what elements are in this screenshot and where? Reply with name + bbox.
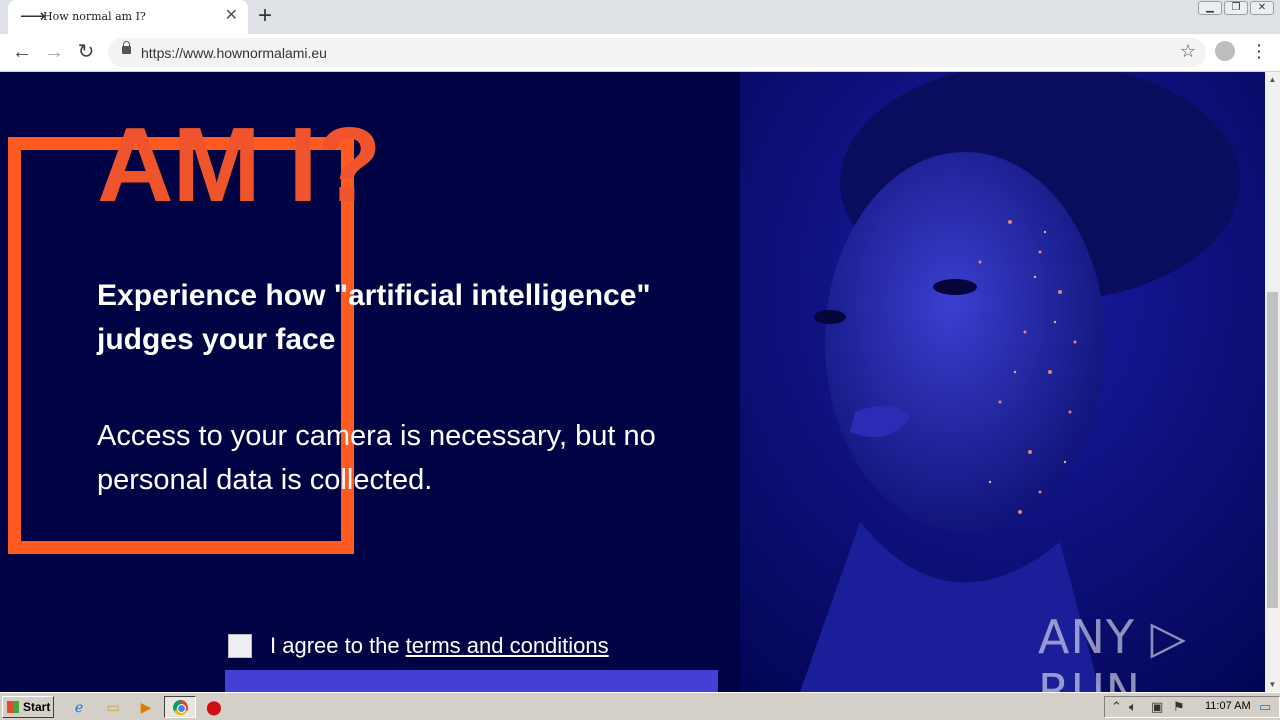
minimize-icon[interactable]: ▁ xyxy=(1198,1,1222,15)
start-menu-button[interactable]: Start xyxy=(2,696,54,718)
kebab-menu-icon[interactable]: ⋮ xyxy=(1250,40,1268,62)
page-heading: AM I? xyxy=(97,106,381,224)
network-icon[interactable]: ▣ xyxy=(1151,699,1163,715)
portrait-image xyxy=(740,72,1265,692)
tagline: Experience how "artificial intelligence"… xyxy=(97,279,651,356)
chrome-taskbar-item[interactable] xyxy=(164,696,196,718)
profile-avatar-icon[interactable] xyxy=(1215,41,1235,61)
scroll-thumb[interactable] xyxy=(1267,292,1278,608)
browser-toolbar: ← → ↻ https://www.hownormalami.eu ☆ ⋮ xyxy=(0,34,1280,72)
lock-icon xyxy=(122,41,131,54)
folder-icon[interactable]: ▭ xyxy=(104,698,122,716)
show-desktop-icon[interactable]: ▭ xyxy=(1259,699,1271,715)
terms-link[interactable]: terms and conditions xyxy=(406,633,609,659)
tray-expand-icon[interactable]: ⌃ xyxy=(1111,699,1122,715)
back-icon[interactable]: ← xyxy=(10,40,34,64)
terms-agreement: I agree to the terms and conditions xyxy=(228,632,609,660)
camera-notice: Access to your camera is necessary, but … xyxy=(97,420,656,496)
anyrun-watermark: ANY ▷ RUN xyxy=(1038,610,1187,692)
taskbar: Start ℯ ▭ ▶ ⬤ ⌃ 🔈︎ ▣ ⚑ 11:07 AM ▭ xyxy=(0,692,1280,720)
browser-tab[interactable]: ⟶ How normal am I? ✕ xyxy=(8,0,248,34)
media-player-icon[interactable]: ▶ xyxy=(137,698,155,716)
reload-icon[interactable]: ↻ xyxy=(74,40,98,64)
restore-icon[interactable]: ❐ xyxy=(1224,1,1248,15)
scroll-down-icon[interactable]: ▼ xyxy=(1265,677,1280,692)
system-tray: ⌃ 🔈︎ ▣ ⚑ 11:07 AM ▭ xyxy=(1104,696,1280,718)
new-tab-button[interactable]: + xyxy=(258,3,272,29)
antivirus-icon[interactable]: ⬤ xyxy=(205,698,223,716)
flag-icon[interactable]: ⚑ xyxy=(1173,699,1185,715)
start-button[interactable] xyxy=(225,670,718,692)
arrow-right-icon: ⟶ xyxy=(20,6,46,26)
internet-explorer-icon[interactable]: ℯ xyxy=(70,698,88,716)
close-icon[interactable]: ✕ xyxy=(225,7,238,25)
clock: 11:07 AM xyxy=(1205,700,1251,712)
close-window-icon[interactable]: ✕ xyxy=(1250,1,1274,15)
agree-label: I agree to the xyxy=(270,633,400,658)
windows-logo-icon xyxy=(7,701,19,713)
page-scrollbar[interactable]: ▲ ▼ xyxy=(1265,72,1280,692)
url-text[interactable]: https://www.hownormalami.eu xyxy=(141,45,327,61)
scroll-up-icon[interactable]: ▲ xyxy=(1265,72,1280,87)
address-bar[interactable]: https://www.hownormalami.eu ☆ xyxy=(108,38,1206,67)
bookmark-star-icon[interactable]: ☆ xyxy=(1180,41,1196,62)
forward-icon[interactable]: → xyxy=(42,40,66,64)
window-controls: ▁ ❐ ✕ xyxy=(1198,1,1274,17)
tab-strip: ⟶ How normal am I? ✕ + ▁ ❐ ✕ xyxy=(0,0,1280,34)
start-label: Start xyxy=(23,700,51,714)
volume-icon[interactable]: 🔈︎ xyxy=(1129,699,1137,715)
chrome-icon xyxy=(173,700,188,715)
tab-title: How normal am I? xyxy=(43,10,146,23)
terms-checkbox[interactable] xyxy=(228,634,252,658)
web-page: AM I? Experience how "artificial intelli… xyxy=(0,72,1265,692)
